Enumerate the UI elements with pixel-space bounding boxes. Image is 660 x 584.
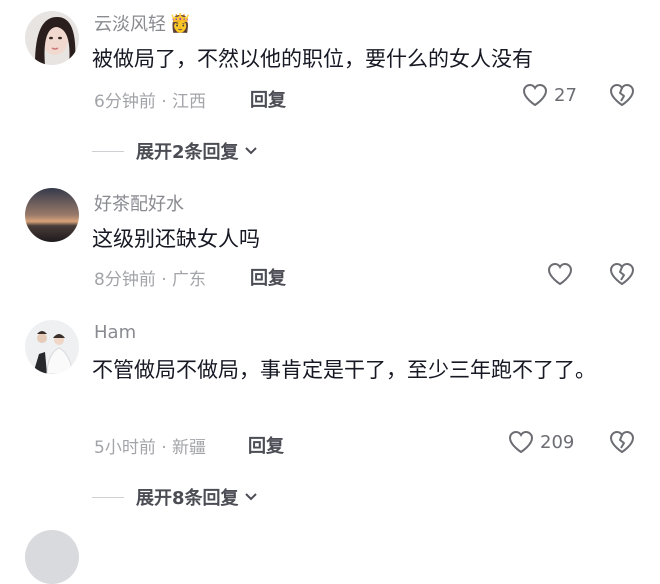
timestamp: 6分钟前 xyxy=(94,92,156,112)
broken-heart-icon xyxy=(609,83,635,107)
next-comment-avatar xyxy=(25,530,79,584)
username[interactable]: 云淡风轻 👸 xyxy=(94,10,191,36)
timestamp: 8分钟前 xyxy=(94,270,156,290)
like-button[interactable]: 209 xyxy=(508,430,574,454)
like-count: 209 xyxy=(540,431,575,453)
location: 新疆 xyxy=(172,438,207,458)
avatar[interactable] xyxy=(25,188,79,242)
expand-replies-button[interactable]: 展开8条回复 xyxy=(92,484,259,510)
heart-icon xyxy=(547,262,573,286)
reply-button[interactable]: 回复 xyxy=(250,86,286,112)
dislike-button[interactable] xyxy=(609,83,635,111)
comment-item: 云淡风轻 👸 被做局了，不然以他的职位，要什么的女人没有 6分钟前 · 江西 回… xyxy=(0,0,660,140)
dislike-button[interactable] xyxy=(609,262,635,290)
timestamp: 5小时前 xyxy=(94,438,156,458)
heart-icon xyxy=(508,430,534,454)
username-text: 好茶配好水 xyxy=(94,194,184,215)
comment-meta: 8分钟前 · 广东 xyxy=(94,265,206,290)
comment-text: 被做局了，不然以他的职位，要什么的女人没有 xyxy=(92,47,533,71)
user-avatar-icon xyxy=(25,11,79,65)
princess-emoji-icon: 👸 xyxy=(169,12,192,34)
expand-replies-label: 展开2条回复 xyxy=(136,142,239,163)
user-avatar-icon xyxy=(25,188,79,242)
reply-button[interactable]: 回复 xyxy=(248,432,284,458)
location: 江西 xyxy=(172,92,207,112)
username-text: 云淡风轻 xyxy=(94,14,166,35)
broken-heart-icon xyxy=(609,430,635,454)
comment-text: 这级别还缺女人吗 xyxy=(92,227,260,251)
meta-separator: · xyxy=(161,438,167,458)
broken-heart-icon xyxy=(609,262,635,286)
username-text: Ham xyxy=(94,322,137,343)
like-count: 27 xyxy=(554,84,577,106)
chevron-down-icon xyxy=(244,147,257,155)
expand-replies-button[interactable]: 展开2条回复 xyxy=(92,138,259,164)
username[interactable]: Ham xyxy=(94,322,136,343)
divider-line xyxy=(92,496,124,498)
dislike-button[interactable] xyxy=(609,430,635,458)
comment-meta: 5小时前 · 新疆 xyxy=(94,433,206,458)
meta-separator: · xyxy=(161,92,167,112)
comment-item: 好茶配好水 这级别还缺女人吗 8分钟前 · 广东 回复 xyxy=(0,180,660,310)
comment-text: 不管做局不做局，事肯定是干了，至少三年跑不了了。 xyxy=(92,358,596,382)
comment-meta: 6分钟前 · 江西 xyxy=(94,87,206,112)
comment-item: Ham 不管做局不做局，事肯定是干了，至少三年跑不了了。 5小时前 · 新疆 回… xyxy=(0,312,660,482)
meta-separator: · xyxy=(161,270,167,290)
avatar[interactable] xyxy=(25,320,79,374)
location: 广东 xyxy=(172,270,207,290)
heart-icon xyxy=(522,83,548,107)
expand-replies-label: 展开8条回复 xyxy=(136,488,239,509)
divider-line xyxy=(92,150,124,152)
like-button[interactable] xyxy=(547,262,573,286)
user-avatar-icon xyxy=(25,320,79,374)
like-button[interactable]: 27 xyxy=(522,83,577,107)
username[interactable]: 好茶配好水 xyxy=(94,190,184,216)
reply-button[interactable]: 回复 xyxy=(250,264,286,290)
avatar[interactable] xyxy=(25,11,79,65)
chevron-down-icon xyxy=(244,493,257,501)
